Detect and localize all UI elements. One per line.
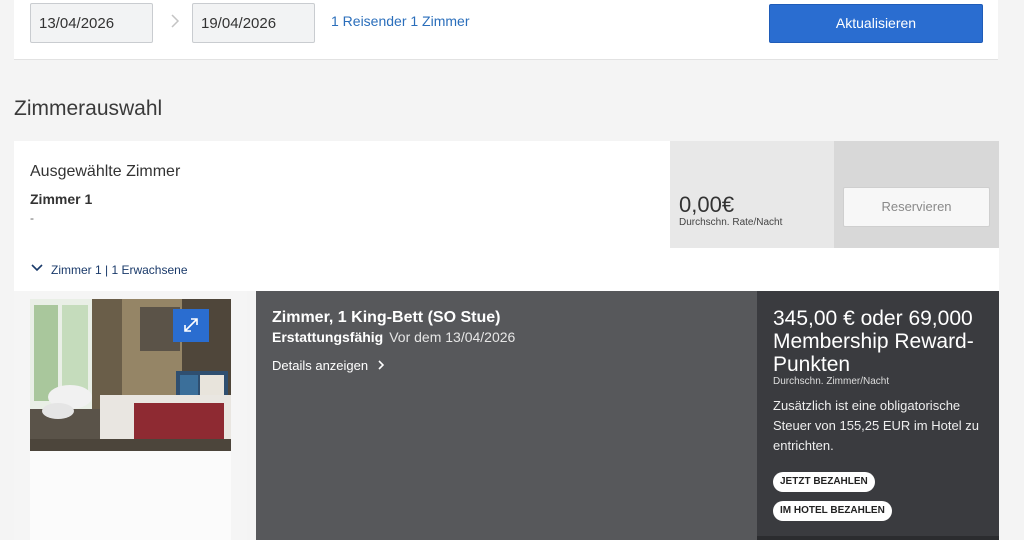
show-details-label: Details anzeigen — [272, 358, 369, 373]
page-title: Zimmerauswahl — [14, 97, 163, 120]
room-name: Zimmer, 1 King-Bett (SO Stue) — [272, 309, 501, 326]
show-details-link[interactable]: Details anzeigen — [272, 358, 386, 373]
room-price: 345,00 € oder 69,000 Membership Reward-P… — [773, 307, 974, 376]
checkin-date-field[interactable]: 13/04/2026 — [30, 3, 153, 43]
expand-photo-icon[interactable] — [173, 309, 209, 342]
search-bar: 13/04/2026 19/04/2026 1 Reisender 1 Zimm… — [14, 0, 998, 60]
refund-deadline: Vor dem 13/04/2026 — [389, 329, 516, 345]
reserve-box: Reservieren — [834, 141, 999, 248]
reserve-button[interactable]: Reservieren — [843, 187, 990, 227]
selected-room-label: Zimmer 1 — [30, 191, 93, 207]
refund-label: Erstattungsfähig — [272, 329, 384, 345]
average-rate-value: 0,00€ — [679, 192, 735, 217]
tax-note: Zusätzlich ist eine obligatorische Steue… — [773, 398, 979, 453]
price-panel-footer — [757, 536, 999, 540]
guests-rooms-link[interactable]: 1 Reisender 1 Zimmer — [331, 13, 470, 29]
selected-rooms-panel: Ausgewählte Zimmer Zimmer 1 - — [14, 141, 670, 248]
average-rate-box: 0,00€ Durchschn. Rate/Nacht — [670, 141, 834, 248]
room-expand-row: Zimmer 1 | 1 Erwachsene — [14, 248, 999, 291]
room-price-label: Durchschn. Zimmer/Nacht — [773, 376, 890, 387]
selected-room-value: - — [30, 211, 34, 225]
room-photo-caption-area — [30, 451, 231, 540]
chevron-right-icon — [171, 14, 180, 28]
room-price-panel: 345,00 € oder 69,000 Membership Reward-P… — [757, 291, 999, 540]
selected-rooms-title: Ausgewählte Zimmer — [30, 163, 181, 180]
pay-at-hotel-button[interactable]: IM HOTEL BEZAHLEN — [773, 501, 892, 521]
chevron-down-icon[interactable] — [31, 263, 43, 273]
average-rate-label: Durchschn. Rate/Nacht — [679, 217, 783, 228]
update-button[interactable]: Aktualisieren — [769, 4, 983, 43]
pay-now-button[interactable]: JETZT BEZAHLEN — [773, 472, 875, 492]
room-image-column — [14, 291, 247, 540]
room-occupancy-toggle[interactable]: Zimmer 1 | 1 Erwachsene — [51, 263, 188, 277]
room-details-panel: Zimmer, 1 King-Bett (SO Stue) Erstattung… — [256, 291, 757, 540]
chevron-right-icon — [378, 360, 384, 370]
checkout-date-field[interactable]: 19/04/2026 — [192, 3, 315, 43]
refund-policy: Erstattungsfähig Vor dem 13/04/2026 — [272, 329, 515, 345]
